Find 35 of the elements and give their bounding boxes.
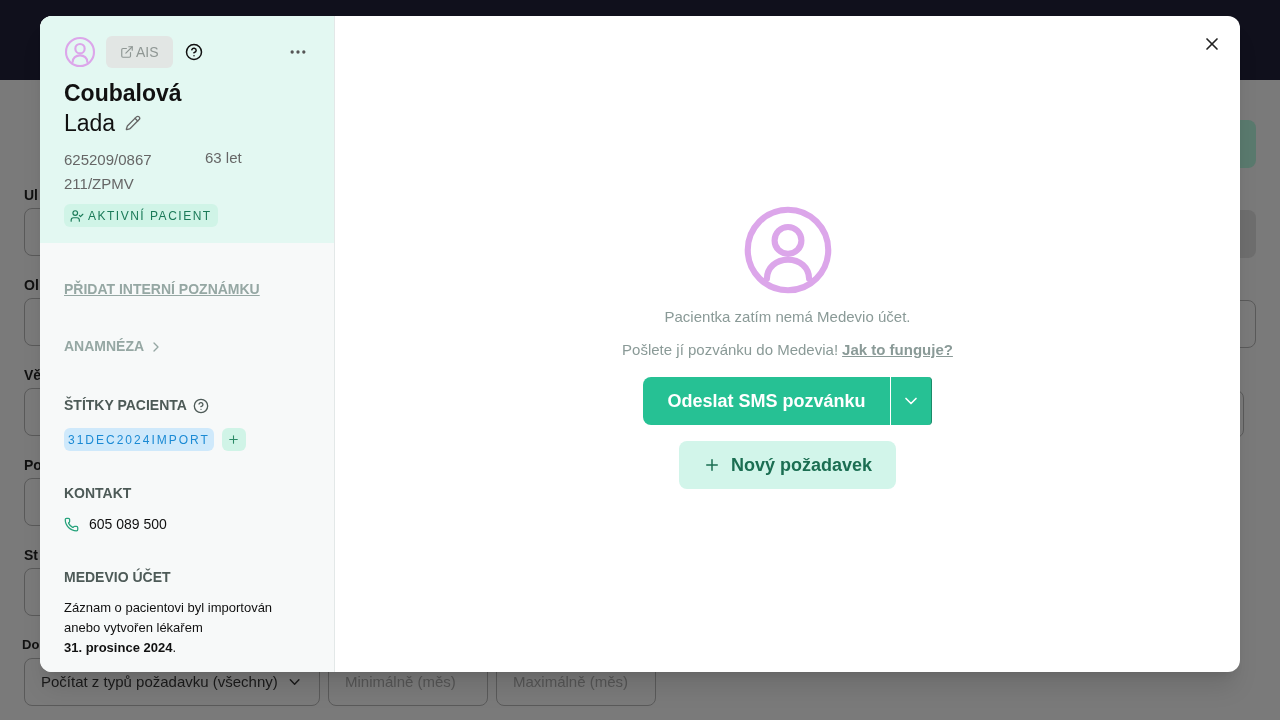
section-title: ŠTÍTKY PACIENTA xyxy=(64,395,187,415)
avatar-icon xyxy=(64,36,96,68)
user-check-icon xyxy=(70,208,84,223)
help-icon[interactable] xyxy=(184,43,203,61)
section-title: KONTAKT xyxy=(64,484,133,503)
patient-first-name: Lada xyxy=(64,109,116,138)
plus-icon xyxy=(227,433,241,446)
field-label: St xyxy=(24,546,39,564)
field-label: Ol xyxy=(24,276,40,294)
add-note-link[interactable]: PŘIDAT INTERNÍ POZNÁMKU xyxy=(64,279,260,300)
insurance-code: 211/ZPMV xyxy=(64,174,135,194)
field-label: Ul xyxy=(24,186,39,204)
help-icon[interactable] xyxy=(192,397,209,414)
tag-chip[interactable]: 31DEC2024IMPORT xyxy=(64,428,214,451)
patient-age: 63 let xyxy=(205,148,242,168)
no-account-message: Pacientka zatím nemá Medevio účet. xyxy=(664,307,911,327)
account-date: 31. prosince 2024. xyxy=(64,639,178,657)
edit-icon[interactable] xyxy=(125,115,142,131)
add-tag-button[interactable] xyxy=(221,428,246,451)
patient-surname: Coubalová xyxy=(64,79,183,108)
invite-text: Pošlete jí pozvánku do Medevia! xyxy=(622,339,839,360)
phone-number: 605 089 500 xyxy=(89,515,167,534)
dropdown-button[interactable] xyxy=(889,377,932,425)
account-info-text: Záznam o pacientovi byl importován anebo vytvořen lékařem xyxy=(64,599,274,637)
help-link[interactable]: Jak to funguje? xyxy=(842,338,953,361)
phone-icon xyxy=(64,517,79,532)
external-link-icon xyxy=(120,45,134,59)
status-badge: AKTIVNÍ PACIENT xyxy=(64,204,218,227)
birth-number: 625209/0867 xyxy=(64,150,153,170)
section-title: MEDEVIO ÚČET xyxy=(64,567,172,587)
field-label: Vě xyxy=(24,366,40,384)
new-request-button[interactable]: Nový požadavek xyxy=(678,441,897,489)
field-label: Do xyxy=(22,636,40,654)
anamnesis-link[interactable]: ANAMNÉZA xyxy=(64,336,145,357)
send-sms-button[interactable]: Odeslat SMS pozvánku xyxy=(643,377,890,425)
